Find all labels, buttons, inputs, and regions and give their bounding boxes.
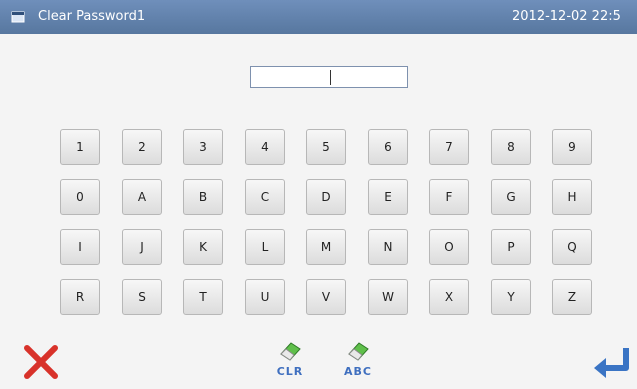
eraser-icon <box>280 342 301 361</box>
date-time: 2012-12-02 22:5 <box>512 9 621 24</box>
text-caret <box>330 70 331 85</box>
key-h[interactable]: H <box>552 179 592 215</box>
key-t[interactable]: T <box>183 279 223 315</box>
key-s[interactable]: S <box>122 279 162 315</box>
key-j[interactable]: J <box>122 229 162 265</box>
input-mode-label: ABC <box>344 365 372 378</box>
key-k[interactable]: K <box>183 229 223 265</box>
input-mode-button[interactable]: ABC <box>338 337 378 382</box>
key-7[interactable]: 7 <box>429 129 469 165</box>
enter-button[interactable] <box>590 340 634 384</box>
key-w[interactable]: W <box>368 279 408 315</box>
key-1[interactable]: 1 <box>60 129 100 165</box>
key-u[interactable]: U <box>245 279 285 315</box>
key-g[interactable]: G <box>491 179 531 215</box>
eraser-icon <box>348 342 369 361</box>
key-3[interactable]: 3 <box>183 129 223 165</box>
key-r[interactable]: R <box>60 279 100 315</box>
key-2[interactable]: 2 <box>122 129 162 165</box>
key-c[interactable]: C <box>245 179 285 215</box>
key-9[interactable]: 9 <box>552 129 592 165</box>
key-a[interactable]: A <box>122 179 162 215</box>
key-p[interactable]: P <box>491 229 531 265</box>
clear-button-label: CLR <box>276 365 304 378</box>
key-q[interactable]: Q <box>552 229 592 265</box>
password-input[interactable] <box>250 66 408 88</box>
key-4[interactable]: 4 <box>245 129 285 165</box>
key-x[interactable]: X <box>429 279 469 315</box>
key-6[interactable]: 6 <box>368 129 408 165</box>
key-v[interactable]: V <box>306 279 346 315</box>
key-n[interactable]: N <box>368 229 408 265</box>
window-icon <box>11 11 25 23</box>
title-bar: Clear Password1 2012-12-02 22:5 <box>0 0 637 34</box>
key-l[interactable]: L <box>245 229 285 265</box>
key-f[interactable]: F <box>429 179 469 215</box>
key-0[interactable]: 0 <box>60 179 100 215</box>
clear-button[interactable]: CLR <box>270 337 310 382</box>
red-x-icon <box>24 345 58 379</box>
key-y[interactable]: Y <box>491 279 531 315</box>
key-i[interactable]: I <box>60 229 100 265</box>
key-b[interactable]: B <box>183 179 223 215</box>
enter-arrow-icon <box>594 348 629 378</box>
key-z[interactable]: Z <box>552 279 592 315</box>
key-5[interactable]: 5 <box>306 129 346 165</box>
key-8[interactable]: 8 <box>491 129 531 165</box>
key-m[interactable]: M <box>306 229 346 265</box>
key-e[interactable]: E <box>368 179 408 215</box>
cancel-button[interactable] <box>21 342 61 382</box>
key-d[interactable]: D <box>306 179 346 215</box>
key-o[interactable]: O <box>429 229 469 265</box>
window-title: Clear Password1 <box>38 9 146 24</box>
